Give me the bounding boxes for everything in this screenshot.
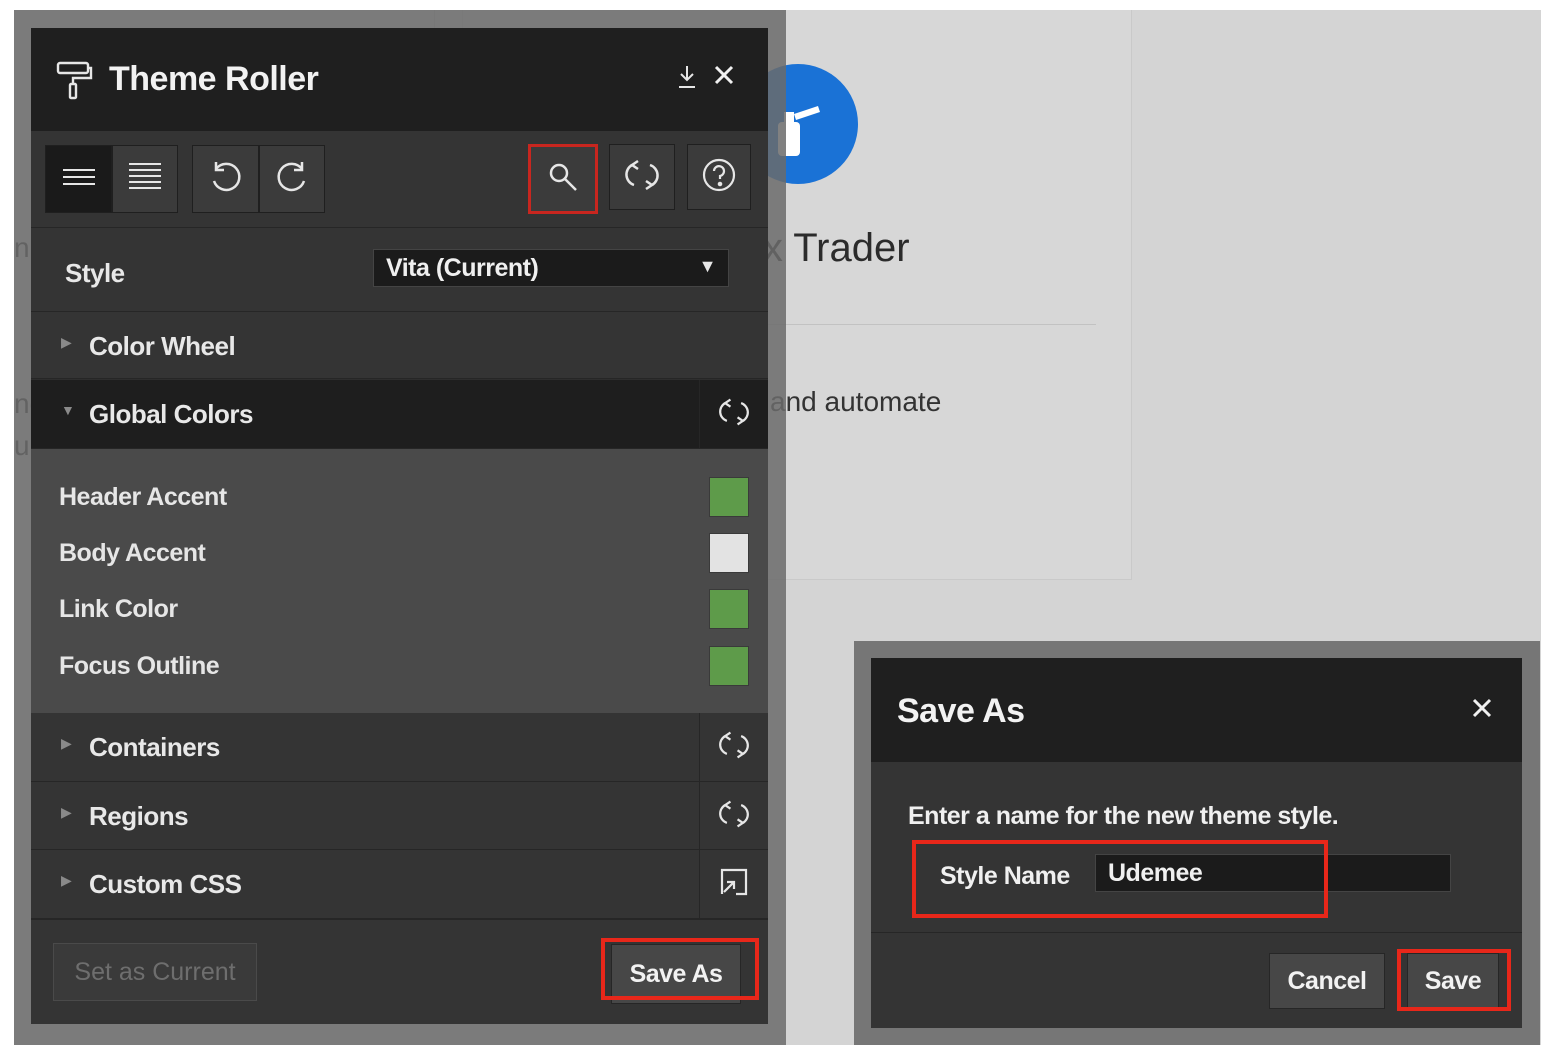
style-name-label: Style Name <box>940 862 1070 890</box>
undo-icon <box>208 159 244 200</box>
redo-button[interactable] <box>259 145 325 213</box>
expanded-view-icon <box>128 162 162 197</box>
redo-icon <box>274 159 310 200</box>
reset-button[interactable] <box>609 144 675 210</box>
set-as-current-button[interactable]: Set as Current <box>53 943 257 1001</box>
section-custom-css[interactable]: ▶ Custom CSS <box>31 850 768 919</box>
search-icon <box>547 161 579 198</box>
caret-right-icon: ▶ <box>61 804 72 820</box>
style-select[interactable]: Vita (Current) ▼ <box>373 249 729 287</box>
section-label: Custom CSS <box>89 869 242 899</box>
style-name-input[interactable] <box>1095 854 1451 892</box>
undo-button[interactable] <box>192 145 259 213</box>
color-swatch[interactable] <box>709 589 749 629</box>
dock-down-icon[interactable] <box>677 64 697 97</box>
section-label: Global Colors <box>89 399 253 429</box>
paint-roller-icon <box>55 60 93 105</box>
reset-section-button[interactable] <box>699 380 768 449</box>
caret-right-icon: ▶ <box>61 872 72 888</box>
close-icon[interactable] <box>1472 694 1492 725</box>
theme-roller-footer: Set as Current Save As <box>31 919 768 1024</box>
style-label: Style <box>65 258 125 288</box>
dialog-footer: Cancel Save <box>871 932 1522 1028</box>
section-global-colors[interactable]: ▼ Global Colors <box>31 380 768 449</box>
reset-icon <box>718 395 750 434</box>
style-row: Style Vita (Current) ▼ <box>31 227 768 312</box>
help-icon <box>701 157 737 198</box>
save-button[interactable]: Save <box>1407 953 1499 1009</box>
dialog-header[interactable]: Save As <box>871 658 1522 762</box>
caret-right-icon: ▶ <box>61 334 72 350</box>
open-editor-icon <box>718 866 750 903</box>
color-swatch[interactable] <box>709 533 749 573</box>
section-label: Containers <box>89 732 220 762</box>
dialog-title: Save As <box>897 692 1025 730</box>
style-select-value: Vita (Current) <box>386 254 539 282</box>
color-label: Body Accent <box>59 539 206 567</box>
caret-right-icon: ▶ <box>61 735 72 751</box>
global-colors-body: Header Accent Body Accent Link Color Foc… <box>31 449 768 713</box>
reset-icon <box>624 157 660 198</box>
help-button[interactable] <box>687 144 751 210</box>
theme-roller-header[interactable]: Theme Roller <box>31 28 768 131</box>
close-icon[interactable] <box>713 64 735 93</box>
reset-section-button[interactable] <box>699 713 768 782</box>
color-label: Link Color <box>59 595 178 623</box>
chevron-down-icon: ▼ <box>698 256 717 276</box>
cancel-button[interactable]: Cancel <box>1269 953 1385 1009</box>
section-label: Regions <box>89 801 189 831</box>
dialog-instruction: Enter a name for the new theme style. <box>908 802 1339 830</box>
reset-icon <box>718 797 750 836</box>
simple-view-icon <box>62 167 96 192</box>
color-row: Focus Outline <box>59 646 749 686</box>
expanded-view-button[interactable] <box>112 145 178 213</box>
color-swatch[interactable] <box>709 477 749 517</box>
theme-roller-title: Theme Roller <box>109 60 319 98</box>
theme-roller-panel: Theme Roller Style Vita (Current) ▼ ▶ Co… <box>31 28 768 1024</box>
caret-down-icon: ▼ <box>61 402 75 418</box>
color-label: Header Accent <box>59 483 227 511</box>
color-row: Body Accent <box>59 533 749 573</box>
color-swatch[interactable] <box>709 646 749 686</box>
open-editor-button[interactable] <box>699 850 768 919</box>
section-color-wheel[interactable]: ▶ Color Wheel <box>31 312 768 379</box>
save-as-button[interactable]: Save As <box>611 944 741 1004</box>
reset-icon <box>718 728 750 767</box>
color-row: Link Color <box>59 589 749 629</box>
section-containers[interactable]: ▶ Containers <box>31 713 768 782</box>
color-label: Focus Outline <box>59 652 220 680</box>
simple-view-button[interactable] <box>45 145 112 213</box>
theme-roller-toolbar <box>31 131 768 227</box>
section-label: Color Wheel <box>89 331 236 361</box>
section-regions[interactable]: ▶ Regions <box>31 782 768 850</box>
save-as-dialog: Save As Enter a name for the new theme s… <box>871 658 1522 1028</box>
color-row: Header Accent <box>59 477 749 517</box>
reset-section-button[interactable] <box>699 782 768 850</box>
search-button[interactable] <box>528 144 598 214</box>
